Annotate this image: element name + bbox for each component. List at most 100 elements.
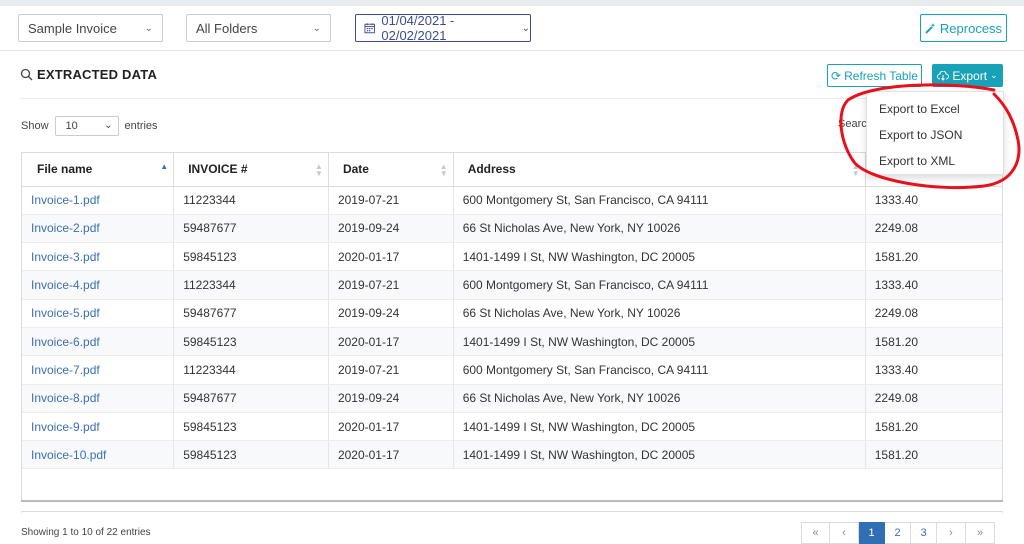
prev-page-button[interactable]: ‹ — [830, 522, 859, 544]
address-cell: 66 St Nicholas Ave, New York, NY 10026 — [453, 384, 866, 413]
folder-select[interactable]: All Folders ⌄ — [186, 14, 331, 42]
entries-label: entries — [124, 120, 158, 132]
date-cell: 2019-09-24 — [328, 214, 454, 244]
chevron-down-icon: ⌄ — [144, 23, 153, 34]
address-cell: 66 St Nicholas Ave, New York, NY 10026 — [453, 214, 866, 244]
invoice-number-cell: 59845123 — [173, 412, 329, 442]
folder-value: All Folders — [196, 20, 258, 36]
table-row: Invoice-4.pdf 11223344 2019-07-21 600 Mo… — [22, 270, 1002, 300]
file-link[interactable]: Invoice-10.pdf — [22, 440, 175, 470]
export-button[interactable]: Export ⌄ — [932, 64, 1003, 87]
data-table: File name ▲ INVOICE # ▲ ▼ Date ▲ ▼ Address ▲ ▼ … — [22, 153, 1002, 470]
invoice-number-cell: 59845123 — [173, 440, 329, 470]
column-header-date[interactable]: Date ▲ ▼ — [328, 153, 454, 187]
section-title-text: EXTRACTED DATA — [37, 67, 158, 82]
page-length-control: Show 10 ⌄ entries — [21, 116, 158, 136]
export-xml-item[interactable]: Export to XML — [867, 148, 1003, 174]
date-range-picker[interactable]: 01/04/2021 - 02/02/2021 ⌄ — [355, 13, 531, 43]
refresh-table-button[interactable]: ⟳ Refresh Table — [827, 64, 922, 87]
file-link[interactable]: Invoice-2.pdf — [22, 214, 175, 244]
table-row: Invoice-6.pdf 59845123 2020-01-17 1401-1… — [22, 327, 1002, 357]
address-cell: 600 Montgomery St, San Francisco, CA 941… — [453, 270, 866, 300]
page-button-2[interactable]: 2 — [885, 522, 911, 544]
date-cell: 2019-09-24 — [328, 384, 454, 413]
file-link[interactable]: Invoice-5.pdf — [22, 299, 175, 328]
export-label: Export — [952, 68, 988, 83]
amount-cell: 1581.20 — [865, 412, 1002, 442]
address-cell: 1401-1499 I St, NW Washington, DC 20005 — [453, 242, 866, 272]
file-link[interactable]: Invoice-4.pdf — [22, 270, 175, 300]
invoice-type-select[interactable]: Sample Invoice ⌄ — [18, 14, 163, 42]
refresh-table-label: Refresh Table — [844, 68, 918, 83]
address-cell: 600 Montgomery St, San Francisco, CA 941… — [453, 355, 866, 385]
page-button-3[interactable]: 3 — [911, 522, 937, 544]
magic-wand-icon — [925, 22, 936, 34]
sort-icon: ▲ ▼ — [315, 162, 323, 178]
first-page-button[interactable]: « — [801, 522, 830, 544]
address-cell: 600 Montgomery St, San Francisco, CA 941… — [453, 186, 866, 215]
divider — [20, 98, 1004, 99]
horizontal-scrollbar[interactable] — [21, 500, 1003, 512]
refresh-icon: ⟳ — [831, 68, 842, 83]
invoice-number-cell: 59487677 — [173, 299, 329, 328]
table-row: Invoice-1.pdf 11223344 2019-07-21 600 Mo… — [22, 186, 1002, 215]
date-range-value: 01/04/2021 - 02/02/2021 — [381, 13, 455, 43]
date-cell: 2019-07-21 — [328, 186, 454, 215]
page-button-1[interactable]: 1 — [859, 522, 885, 544]
file-link[interactable]: Invoice-6.pdf — [22, 327, 175, 357]
amount-cell: 2249.08 — [865, 384, 1002, 413]
cloud-download-icon — [937, 70, 950, 81]
column-header-invoice-number[interactable]: INVOICE # ▲ ▼ — [173, 153, 329, 187]
page-length-value: 10 — [65, 120, 78, 132]
last-page-button[interactable]: » — [966, 522, 995, 544]
amount-cell: 1581.20 — [865, 242, 1002, 272]
file-link[interactable]: Invoice-8.pdf — [22, 384, 175, 413]
file-link[interactable]: Invoice-9.pdf — [22, 412, 175, 442]
sort-icon: ▲ ▼ — [439, 162, 448, 178]
table-row: Invoice-7.pdf 11223344 2019-07-21 600 Mo… — [22, 355, 1002, 385]
invoice-type-value: Sample Invoice — [28, 20, 117, 36]
export-json-item[interactable]: Export to JSON — [867, 122, 1003, 148]
date-cell: 2020-01-17 — [328, 412, 454, 442]
chevron-down-icon: ⌄ — [990, 70, 998, 80]
pagination: « ‹ 1 2 3 › » — [801, 522, 995, 544]
data-table-container: File name ▲ INVOICE # ▲ ▼ Date ▲ ▼ Address ▲ ▼ … — [21, 152, 1003, 513]
date-cell: 2019-07-21 — [328, 355, 454, 385]
invoice-number-cell: 59845123 — [173, 327, 329, 357]
amount-cell: 1581.20 — [865, 440, 1002, 470]
table-info: Showing 1 to 10 of 22 entries — [21, 527, 151, 538]
file-link[interactable]: Invoice-1.pdf — [22, 186, 175, 215]
address-cell: 1401-1499 I St, NW Washington, DC 20005 — [453, 412, 866, 442]
invoice-number-cell: 59487677 — [173, 214, 329, 244]
calendar-icon — [364, 23, 375, 34]
invoice-number-cell: 11223344 — [173, 186, 329, 215]
search-icon — [20, 68, 33, 81]
date-cell: 2019-09-24 — [328, 299, 454, 328]
date-cell: 2020-01-17 — [328, 440, 454, 470]
reprocess-button[interactable]: Reprocess — [920, 14, 1007, 42]
file-link[interactable]: Invoice-7.pdf — [22, 355, 175, 385]
sort-icon: ▲ ▼ — [851, 162, 860, 178]
export-excel-item[interactable]: Export to Excel — [867, 96, 1003, 122]
invoice-number-cell: 59487677 — [173, 384, 329, 413]
invoice-number-cell: 11223344 — [173, 270, 329, 300]
date-cell: 2019-07-21 — [328, 270, 454, 300]
chevron-down-icon: ⌄ — [312, 23, 321, 34]
show-label: Show — [21, 120, 49, 132]
page-length-select[interactable]: 10 ⌄ — [54, 116, 119, 136]
invoice-number-cell: 11223344 — [173, 355, 329, 385]
table-row: Invoice-2.pdf 59487677 2019-09-24 66 St … — [22, 214, 1002, 244]
chevron-down-icon: ⌄ — [104, 120, 113, 131]
reprocess-label: Reprocess — [939, 20, 1003, 36]
column-header-label: INVOICE # — [188, 162, 248, 177]
address-cell: 1401-1499 I St, NW Washington, DC 20005 — [453, 327, 866, 357]
section-title: EXTRACTED DATA — [20, 67, 157, 82]
amount-cell: 1333.40 — [865, 186, 1002, 215]
file-link[interactable]: Invoice-3.pdf — [22, 242, 175, 272]
invoice-number-cell: 59845123 — [173, 242, 329, 272]
column-header-label: Date — [342, 162, 369, 177]
column-header-file-name[interactable]: File name ▲ — [22, 153, 175, 187]
column-header-address[interactable]: Address ▲ ▼ — [453, 153, 866, 187]
next-page-button[interactable]: › — [937, 522, 966, 544]
date-cell: 2020-01-17 — [328, 242, 454, 272]
